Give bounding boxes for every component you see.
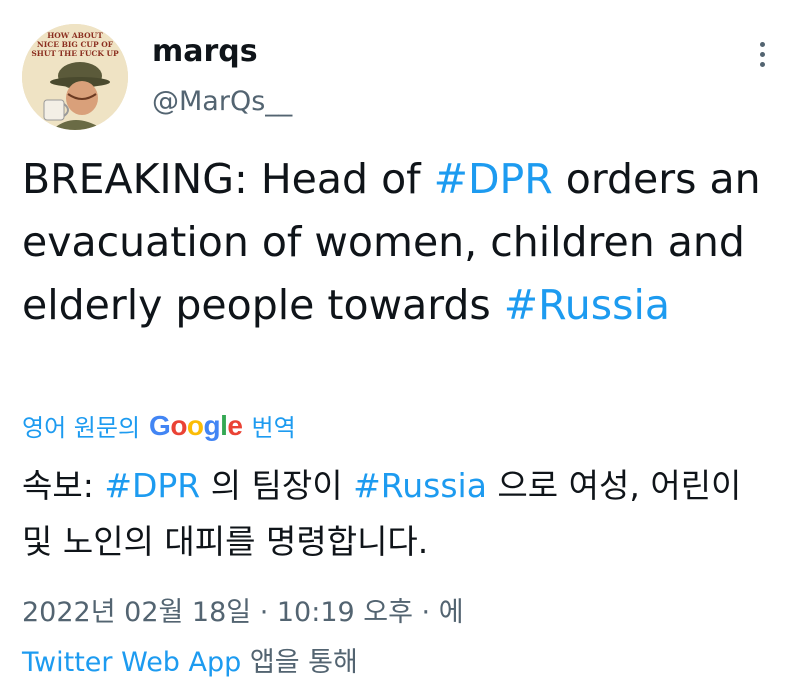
hashtag-link[interactable]: #Russia <box>353 466 487 505</box>
more-options-icon[interactable] <box>755 42 769 72</box>
tweet-text: BREAKING: Head of #DPR orders an evacuat… <box>22 148 782 337</box>
avatar[interactable]: HOW ABOUT NICE BIG CUP OF SHUT THE FUCK … <box>22 24 128 130</box>
author-handle[interactable]: @MarQs__ <box>152 86 292 117</box>
translated-text: 속보: #DPR 의 팀장이 #Russia 으로 여성, 어린이 및 노인의 … <box>22 458 782 570</box>
google-logo: Google <box>149 409 243 441</box>
translate-prefix: 영어 원문의 <box>22 414 141 442</box>
source-app-link[interactable]: Twitter Web App <box>22 647 241 678</box>
avatar-text-1: HOW ABOUT <box>47 31 103 40</box>
avatar-text-3: SHUT THE FUCK UP <box>31 49 119 58</box>
hashtag-link[interactable]: #DPR <box>104 466 200 505</box>
hashtag-link[interactable]: #Russia <box>504 281 670 329</box>
tweet-timestamp[interactable]: 2022년 02월 18일 · 10:19 오후 · 에 <box>22 590 464 629</box>
translation-attribution[interactable]: 영어 원문의 Google 번역 <box>22 408 296 443</box>
source-suffix: 앱을 통해 <box>241 647 358 678</box>
tweet-text-part: BREAKING: Head of <box>22 155 434 203</box>
tweet-date: 2022년 02월 18일 <box>22 597 252 628</box>
translate-suffix: 번역 <box>251 414 296 442</box>
avatar-text-2: NICE BIG CUP OF <box>37 40 114 49</box>
tweet-time: 10:19 오후 <box>276 597 413 628</box>
tweet-source: Twitter Web App 앱을 통해 <box>22 640 358 679</box>
hashtag-link[interactable]: #DPR <box>434 155 553 203</box>
author-name[interactable]: marqs <box>152 34 258 69</box>
avatar-image: HOW ABOUT NICE BIG CUP OF SHUT THE FUCK … <box>22 24 128 130</box>
translation-part: 속보: <box>22 466 105 505</box>
translation-part: 의 팀장이 <box>200 466 354 505</box>
